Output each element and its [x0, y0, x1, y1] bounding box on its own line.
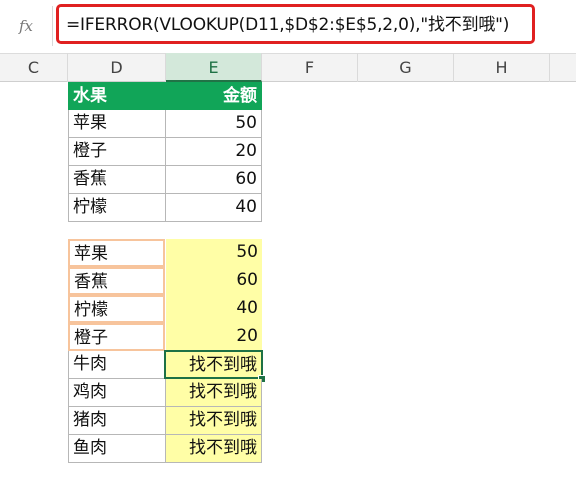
source-cell-name[interactable]: 苹果	[68, 110, 166, 138]
formula-bar: fx =IFERROR(VLOOKUP(D11,$D$2:$E$5,2,0),"…	[0, 0, 576, 52]
column-header-g[interactable]: G	[358, 53, 454, 82]
lookup-cell-name[interactable]: 猪肉	[68, 407, 166, 435]
lookup-cell-name[interactable]: 苹果	[68, 239, 165, 267]
column-header-d[interactable]: D	[68, 53, 166, 82]
column-header-h[interactable]: H	[454, 53, 550, 82]
lookup-cell-name[interactable]: 橙子	[68, 323, 165, 351]
column-header-f[interactable]: F	[262, 53, 358, 82]
source-cell-value[interactable]: 20	[166, 138, 262, 166]
lookup-cell-value[interactable]: 40	[166, 295, 262, 323]
source-cell-name[interactable]: 橙子	[68, 138, 166, 166]
fx-icon[interactable]: fx	[14, 16, 38, 36]
lookup-cell-name[interactable]: 柠檬	[68, 295, 165, 323]
lookup-cell-value[interactable]: 50	[166, 239, 262, 267]
source-cell-name[interactable]: 香蕉	[68, 166, 166, 194]
source-cell-value[interactable]: 40	[166, 194, 262, 222]
lookup-cell-value[interactable]: 20	[166, 323, 262, 351]
source-cell-value[interactable]: 50	[166, 110, 262, 138]
lookup-cell-name[interactable]: 鸡肉	[68, 379, 166, 407]
lookup-cell-value[interactable]: 找不到哦	[166, 379, 262, 407]
formula-input[interactable]: =IFERROR(VLOOKUP(D11,$D$2:$E$5,2,0),"找不到…	[66, 11, 536, 39]
lookup-cell-name[interactable]: 香蕉	[68, 267, 165, 295]
source-cell-name[interactable]: 柠檬	[68, 194, 166, 222]
lookup-cell-value[interactable]: 找不到哦	[166, 435, 262, 463]
active-cell-e11[interactable]: 找不到哦	[164, 350, 263, 379]
lookup-cell-name[interactable]: 牛肉	[68, 351, 166, 379]
source-cell-value[interactable]: 60	[166, 166, 262, 194]
column-header-c[interactable]: C	[0, 53, 68, 82]
source-header-amount[interactable]: 金额	[165, 82, 262, 110]
source-header-fruit[interactable]: 水果	[68, 82, 166, 110]
formula-bar-separator	[52, 6, 53, 46]
lookup-cell-value[interactable]: 找不到哦	[166, 407, 262, 435]
lookup-cell-value[interactable]: 60	[166, 267, 262, 295]
lookup-cell-name[interactable]: 鱼肉	[68, 435, 166, 463]
column-header-e[interactable]: E	[166, 53, 262, 82]
